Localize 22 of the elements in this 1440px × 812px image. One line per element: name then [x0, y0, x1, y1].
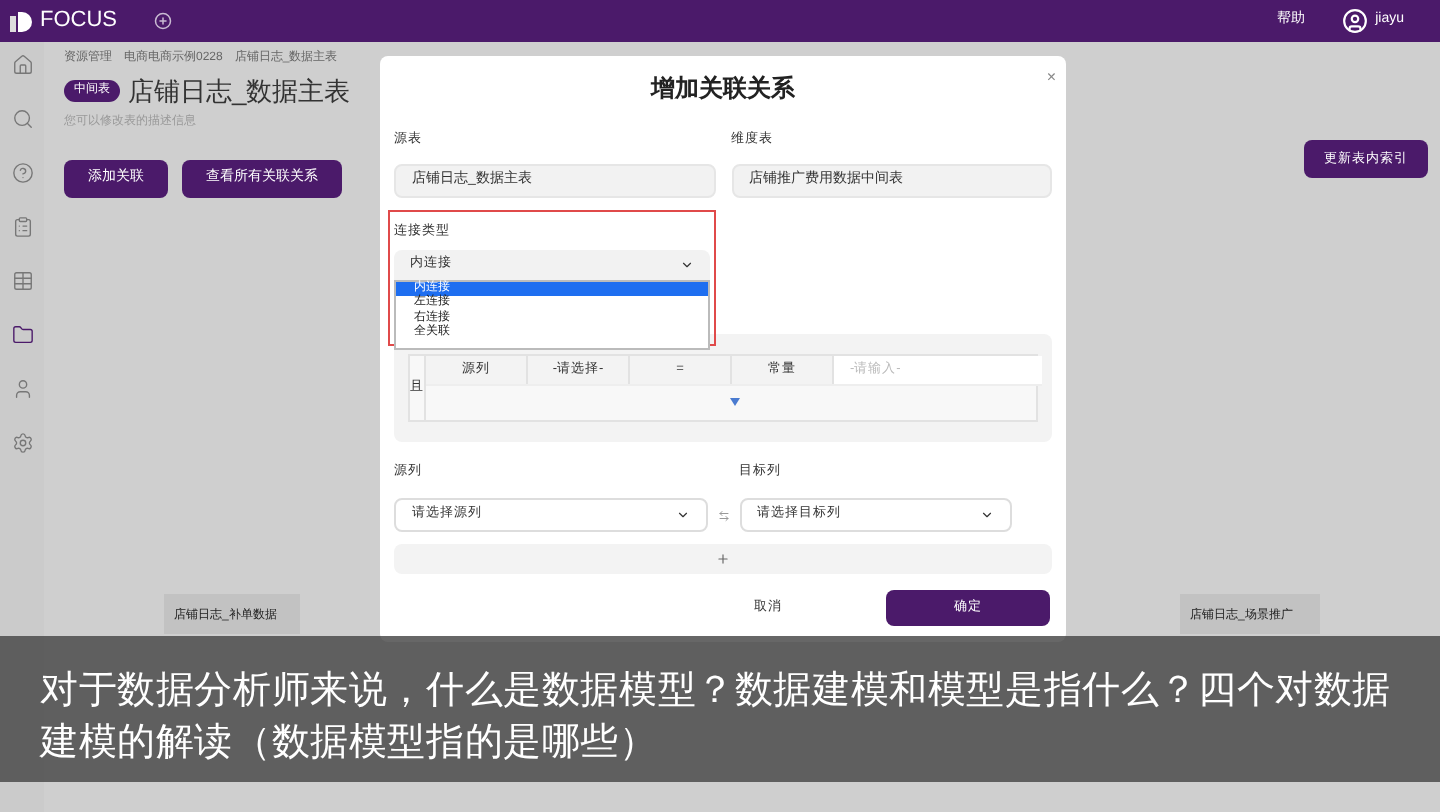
plus-icon	[716, 551, 730, 565]
logo-icon	[8, 9, 32, 33]
close-button[interactable]: ×	[1046, 66, 1056, 90]
dialog-title: 增加关联关系	[651, 72, 795, 106]
avatar-icon[interactable]	[1341, 8, 1368, 34]
link-icon	[717, 509, 729, 521]
search-icon[interactable]	[11, 108, 33, 130]
caption-text: 对于数据分析师来说，什么是数据模型？数据建模和模型是指什么？四个对数据建模的解读（数据模型指的是哪些）	[40, 668, 1393, 768]
chevron-icon	[680, 257, 694, 271]
logo-text: FOCUS	[40, 6, 117, 37]
settings-icon[interactable]	[11, 432, 33, 454]
user-icon[interactable]	[11, 378, 33, 400]
table-icon[interactable]	[11, 270, 33, 292]
chevron-icon	[675, 507, 689, 521]
folder-icon[interactable]	[11, 324, 33, 346]
add-tab-icon[interactable]	[153, 12, 171, 30]
page-title: 店铺日志_数据主表	[128, 74, 351, 110]
help-icon[interactable]	[11, 162, 33, 184]
home-icon[interactable]	[11, 54, 33, 76]
clipboard-icon[interactable]	[11, 216, 33, 238]
expand-arrow-icon[interactable]	[729, 398, 739, 407]
chevron-icon	[980, 507, 994, 521]
